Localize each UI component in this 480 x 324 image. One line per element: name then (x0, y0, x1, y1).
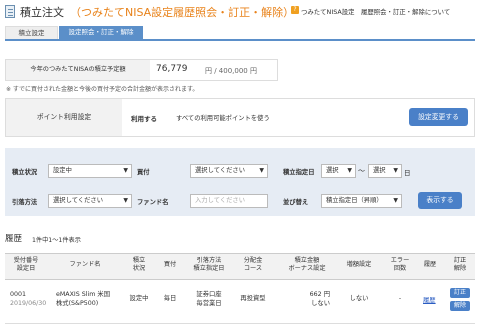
method-label: 引落方法 (12, 199, 38, 206)
fund-name-input[interactable]: 入力してください (190, 194, 268, 208)
buy-select[interactable]: 選択してください ▼ (190, 164, 268, 178)
date-label: 積立指定日 (283, 169, 315, 176)
planned-amount-value: 76,779 (156, 64, 188, 74)
col-increase-line1: 増額設定 (346, 261, 372, 268)
row-fund-line1: eMAXIS Slim 米国 (56, 291, 111, 298)
buy-label: 買付 (137, 169, 150, 176)
chevron-down-icon: ▼ (259, 167, 264, 174)
col-course: 分配金 コース (238, 257, 268, 273)
point-settings-box: ポイント利用設定 利用する すべての利用可能ポイントを使う 設定変更する (5, 98, 475, 137)
col-buy-line1: 買付 (163, 261, 177, 268)
col-id: 受付番号 設定日 (7, 257, 45, 273)
col-fund: ファンド名 (55, 261, 115, 269)
point-usage-status: 利用する (131, 115, 157, 123)
col-amount-line2: ボーナス設定 (288, 265, 326, 272)
col-errors: エラー 回数 (386, 257, 414, 273)
col-status-line2: 状況 (132, 265, 146, 272)
change-settings-button[interactable]: 設定変更する (409, 108, 468, 126)
date-to-value: 選択 (373, 167, 386, 174)
method-select-value: 選択してください (53, 197, 103, 204)
col-fund-line1: ファンド名 (69, 261, 101, 268)
method-select[interactable]: 選択してください ▼ (48, 194, 132, 208)
fund-label: ファンド名 (137, 199, 169, 206)
page-title: 積立注文 (20, 6, 64, 19)
history-title: 履歴 (5, 234, 23, 244)
col-amount-line1: 積立金額 (294, 257, 320, 264)
row-course: 再投資型 (240, 295, 266, 302)
row-id: 0001 (10, 291, 27, 298)
col-method: 引落方法 積立指定日 (188, 257, 230, 273)
row-method-line1: 証券口座 (196, 291, 222, 298)
sort-select-value: 積立指定日（昇順） (326, 197, 383, 204)
col-history-line1: 履歴 (423, 261, 437, 268)
chevron-down-icon: ▼ (347, 167, 352, 174)
col-edit-line2: 解除 (453, 265, 467, 272)
page-subtitle: （つみたてNISA設定履歴照会・訂正・解除） (70, 6, 295, 19)
tab-accumulation-settings[interactable]: 積立設定 (5, 26, 58, 39)
col-history: 履歴 (420, 261, 440, 269)
document-icon (5, 5, 15, 18)
edit-button[interactable]: 訂正 (450, 288, 470, 298)
sort-select[interactable]: 積立指定日（昇順） ▼ (321, 194, 402, 208)
help-link[interactable]: つみたてNISA設定 履歴照会・訂正・解除について (301, 7, 450, 16)
row-amount: 662 円 (309, 291, 330, 298)
cancel-button[interactable]: 解除 (450, 301, 470, 311)
col-edit-line1: 訂正 (453, 257, 467, 264)
col-course-line2: コース (243, 265, 263, 272)
date-from-select[interactable]: 選択 ▼ (321, 164, 356, 178)
col-errors-line2: 回数 (393, 265, 407, 272)
status-select-value: 設定中 (53, 167, 72, 174)
col-errors-line1: エラー (390, 257, 410, 264)
status-select[interactable]: 設定中 ▼ (48, 164, 132, 178)
history-link[interactable]: 履歴 (423, 295, 436, 304)
tab-underline (5, 39, 475, 41)
chevron-down-icon: ▼ (123, 197, 128, 204)
date-from-value: 選択 (326, 167, 339, 174)
row-status: 設定中 (129, 295, 149, 302)
col-status-line1: 積立 (132, 257, 146, 264)
show-button[interactable]: 表示する (418, 192, 462, 209)
buy-select-value: 選択してください (195, 167, 245, 174)
chevron-down-icon: ▼ (123, 167, 128, 174)
sort-label: 並び替え (283, 199, 309, 206)
date-to-select[interactable]: 選択 ▼ (368, 164, 402, 178)
range-separator: 〜 (358, 167, 365, 175)
col-course-line1: 分配金 (243, 257, 263, 264)
col-id-line1: 受付番号 (13, 257, 39, 264)
row-buy: 毎日 (163, 295, 177, 302)
col-increase: 増額設定 (340, 261, 378, 269)
col-status: 積立 状況 (126, 257, 152, 273)
col-method-line2: 積立指定日 (193, 265, 225, 272)
tab-settings-inquiry[interactable]: 設定照会・訂正・解除 (59, 26, 143, 39)
help-icon[interactable]: ? (291, 6, 299, 14)
point-usage-detail: すべての利用可能ポイントを使う (176, 115, 270, 122)
day-unit: 日 (404, 169, 411, 177)
row-increase: しない (349, 295, 369, 302)
row-fund-line2: 株式(S&P500) (56, 300, 99, 307)
col-id-line2: 設定日 (16, 265, 36, 272)
history-count: 1件中1〜1件表示 (32, 237, 81, 244)
row-bonus: しない (311, 300, 330, 307)
page-header: 積立注文 （つみたてNISA設定履歴照会・訂正・解除） ? つみたてNISA設定… (0, 0, 480, 24)
planned-amount-box: 今年のつみたてNISAの積立予定額 76,779 円 / 400,000 円 (5, 59, 278, 81)
col-edit: 訂正 解除 (448, 257, 472, 273)
row-method-line2: 毎営業日 (196, 300, 222, 307)
status-label: 積立状況 (12, 169, 38, 176)
col-buy: 買付 (158, 261, 182, 269)
planned-amount-note: ※ すでに買付された金額と今後の買付予定の合計金額が表示されます。 (6, 86, 199, 93)
col-method-line1: 引落方法 (196, 257, 222, 264)
chevron-down-icon: ▼ (393, 167, 398, 174)
row-date: 2019/06/30 (10, 300, 47, 307)
col-amount: 積立金額 ボーナス設定 (280, 257, 334, 273)
planned-amount-total: 円 / 400,000 円 (205, 67, 257, 75)
row-errors: - (398, 295, 402, 302)
point-settings-label: ポイント利用設定 (6, 99, 122, 136)
chevron-down-icon: ▼ (393, 197, 398, 204)
planned-amount-label: 今年のつみたてNISAの積立予定額 (6, 60, 150, 80)
